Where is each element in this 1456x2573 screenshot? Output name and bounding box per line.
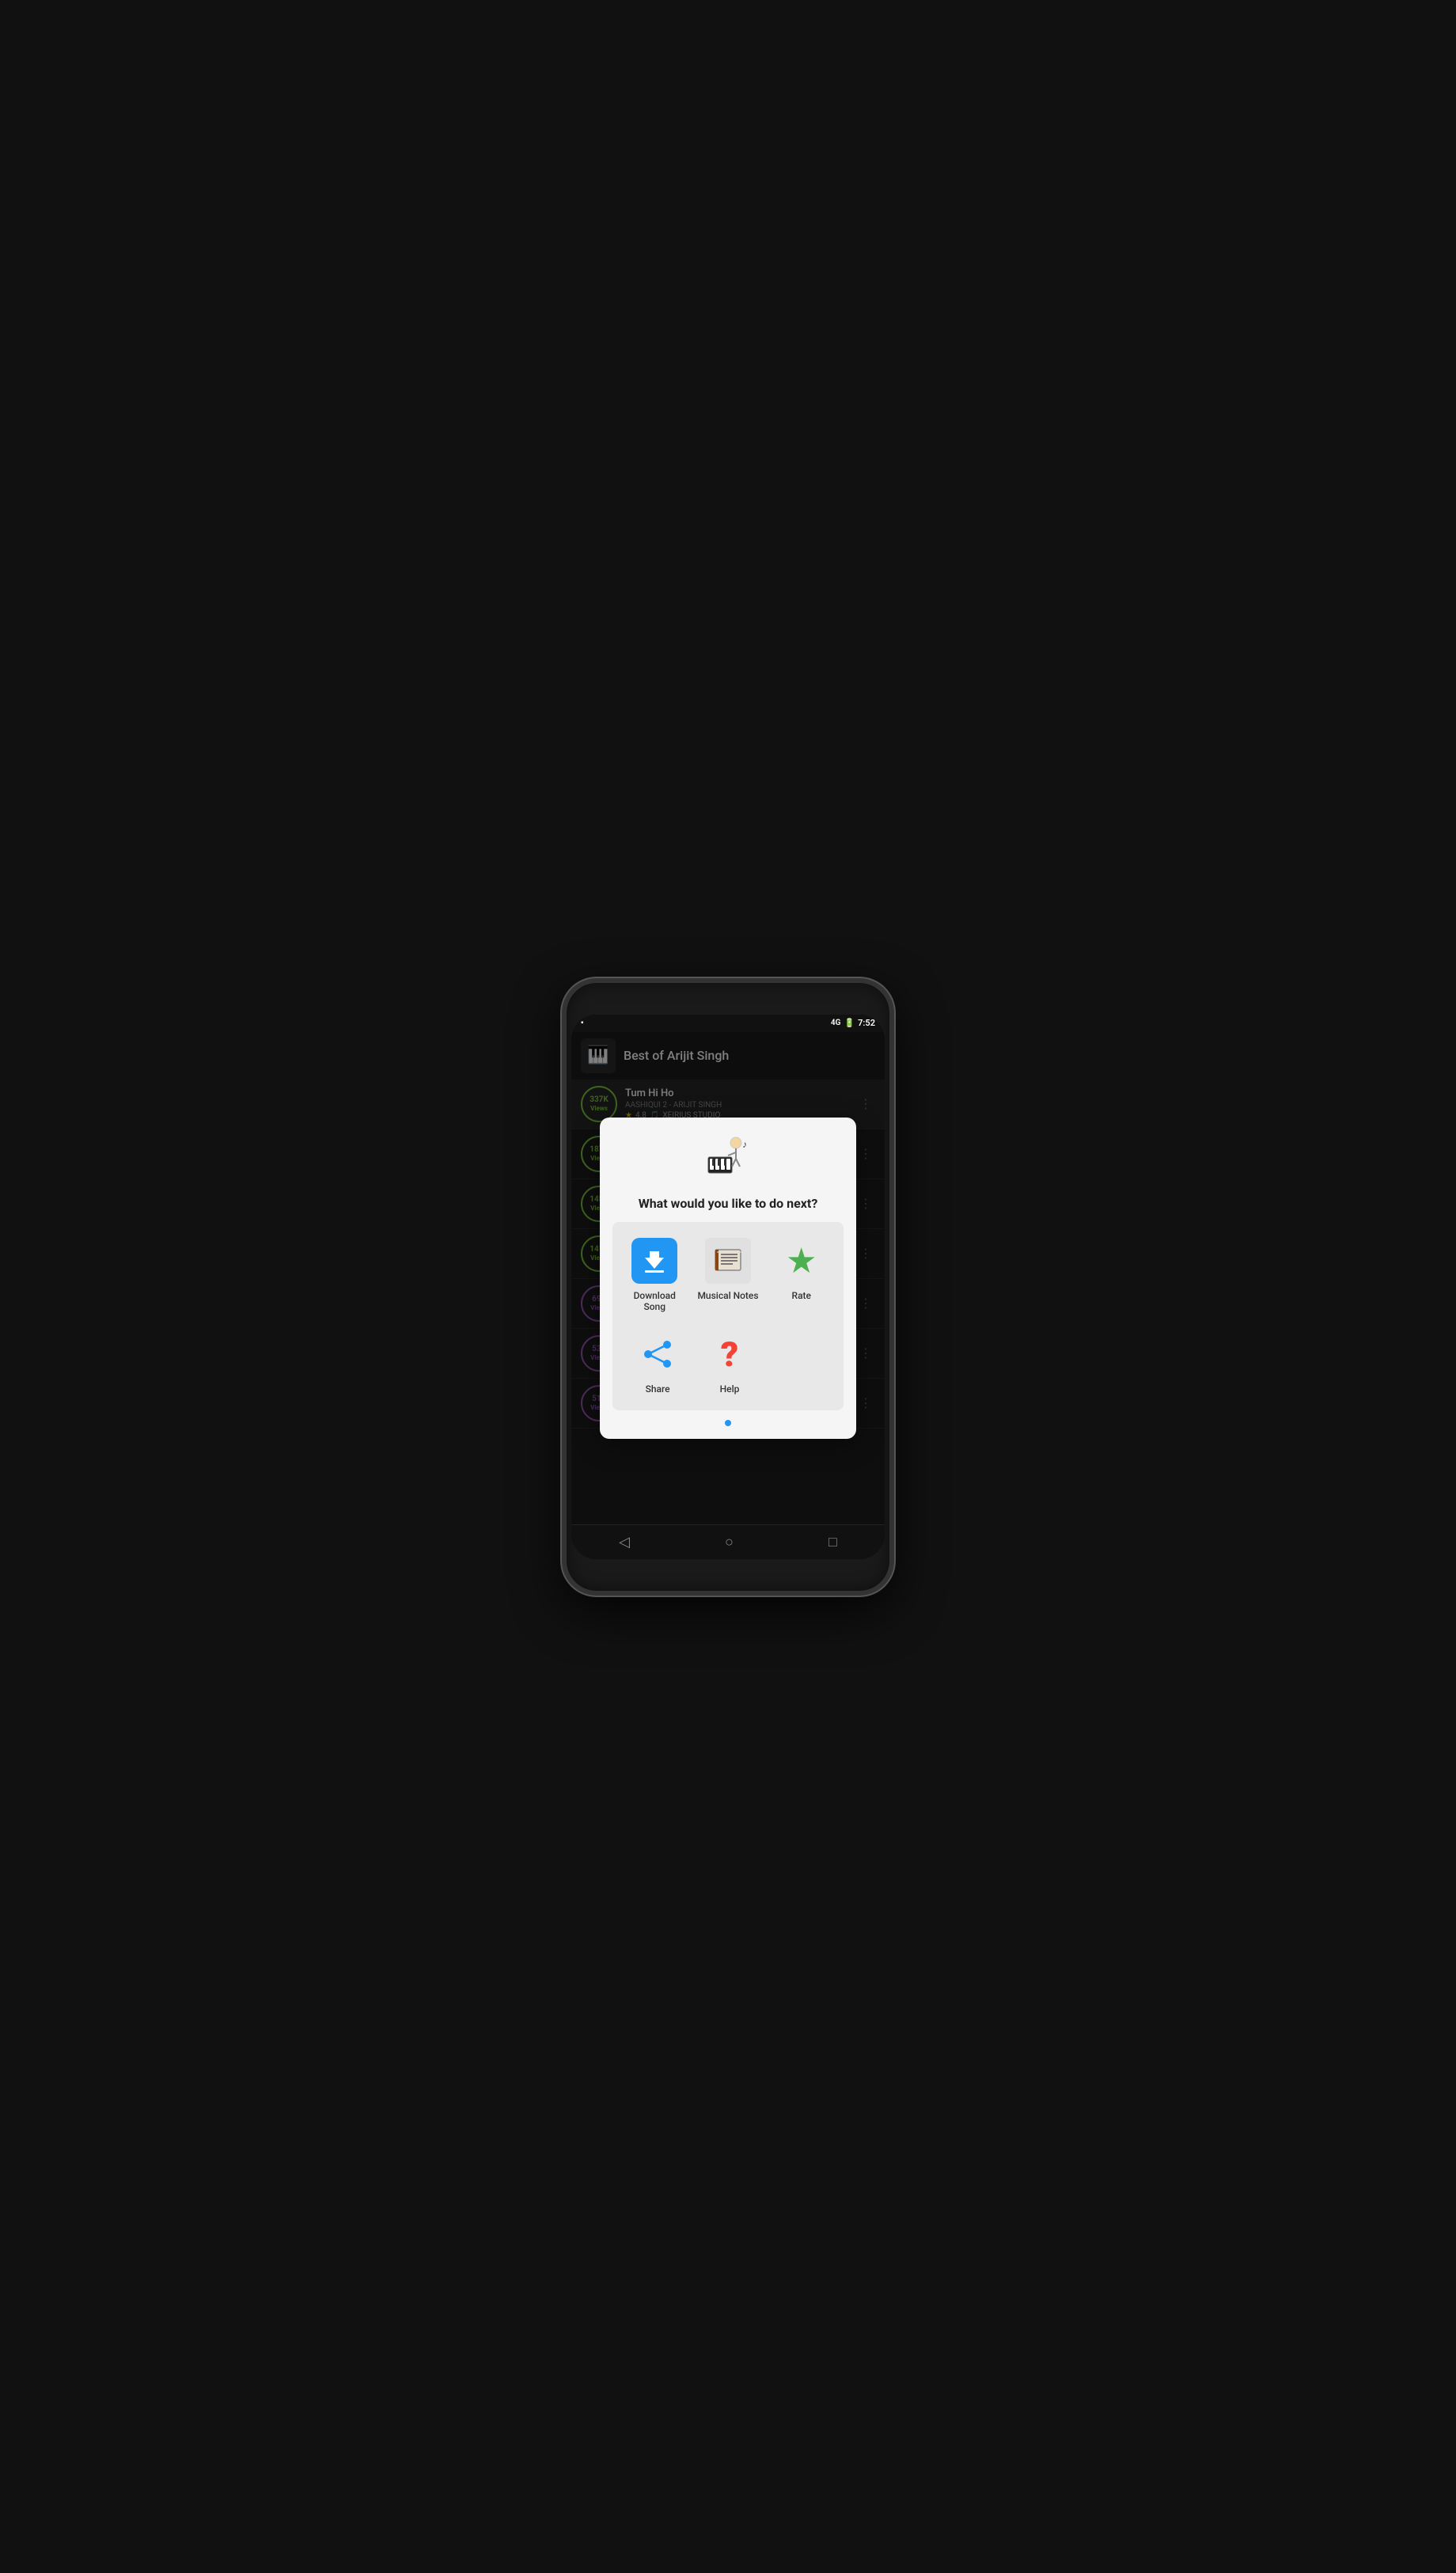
download-icon — [631, 1238, 677, 1284]
actions-row-bottom: Share ? Help — [622, 1325, 835, 1401]
help-icon: ? — [707, 1331, 753, 1377]
modal-overlay[interactable]: ♪ What would you like to do next? — [571, 1032, 885, 1524]
phone-frame: ▪ 4G 🔋 7:52 🎹 Best of Arijit Singh — [562, 978, 894, 1596]
indicator-dot-active — [725, 1420, 731, 1426]
rate-button[interactable]: ★ Rate — [772, 1231, 831, 1319]
help-button[interactable]: ? Help — [700, 1325, 759, 1401]
download-song-button[interactable]: DownloadSong — [625, 1231, 684, 1319]
modal-title: What would you like to do next? — [639, 1196, 818, 1211]
actions-row-top: DownloadSong — [622, 1231, 835, 1319]
signal-text: 4G — [831, 1019, 841, 1027]
sim-icon: ▪ — [581, 1019, 584, 1027]
share-label: Share — [646, 1383, 670, 1395]
status-bar: ▪ 4G 🔋 7:52 — [571, 1015, 885, 1032]
nav-bar: ◁ ○ □ — [571, 1524, 885, 1559]
battery-icon: 🔋 — [844, 1018, 855, 1028]
share-button[interactable]: Share — [628, 1325, 687, 1401]
modal-mascot: ♪ — [704, 1133, 752, 1188]
help-label: Help — [720, 1383, 740, 1395]
share-icon — [635, 1331, 681, 1377]
phone-screen: ▪ 4G 🔋 7:52 🎹 Best of Arijit Singh — [571, 1015, 885, 1559]
status-right: 4G 🔋 7:52 — [831, 1018, 875, 1028]
svg-text:♪: ♪ — [742, 1139, 747, 1150]
modal-dialog: ♪ What would you like to do next? — [600, 1118, 857, 1439]
clock: 7:52 — [858, 1018, 875, 1028]
recent-button[interactable]: □ — [813, 1527, 853, 1557]
modal-actions: DownloadSong — [612, 1222, 844, 1410]
app-content: 🎹 Best of Arijit Singh 337K Views Tum Hi… — [571, 1032, 885, 1524]
back-button[interactable]: ◁ — [603, 1527, 646, 1557]
home-button[interactable]: ○ — [709, 1527, 749, 1557]
modal-indicator — [725, 1420, 731, 1426]
rate-icon: ★ — [779, 1238, 825, 1284]
musical-notes-button[interactable]: Musical Notes — [691, 1231, 764, 1319]
rate-label: Rate — [792, 1290, 811, 1301]
download-label: DownloadSong — [634, 1290, 676, 1312]
status-left: ▪ — [581, 1019, 584, 1027]
musical-notes-icon — [705, 1238, 751, 1284]
musical-notes-label: Musical Notes — [697, 1290, 758, 1301]
